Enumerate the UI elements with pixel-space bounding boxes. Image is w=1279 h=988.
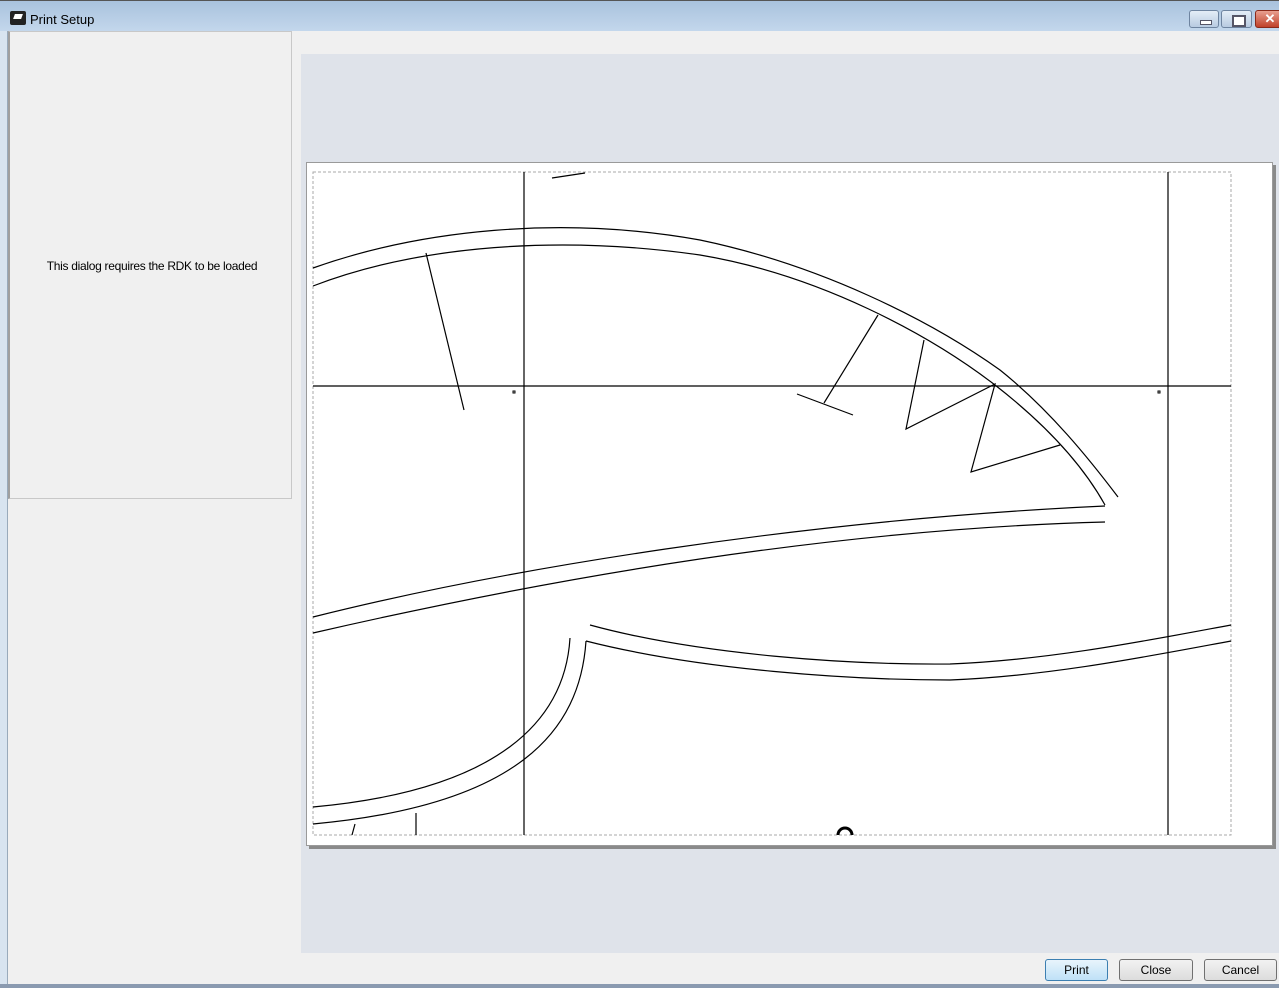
circle-mark bbox=[836, 826, 854, 836]
point-mark bbox=[512, 390, 516, 394]
point-mark bbox=[1157, 390, 1161, 394]
taskbar-edge bbox=[0, 984, 1279, 988]
close-button[interactable]: Close bbox=[1119, 959, 1193, 981]
preview-drawing bbox=[312, 171, 1232, 836]
curve bbox=[312, 505, 1106, 618]
curve bbox=[312, 244, 1106, 506]
print-button[interactable]: Print bbox=[1045, 959, 1108, 981]
curve bbox=[312, 521, 1106, 634]
curve bbox=[312, 227, 1119, 498]
curve bbox=[585, 640, 1232, 681]
curve bbox=[312, 637, 571, 808]
line-segments bbox=[351, 172, 1061, 836]
cancel-button[interactable]: Cancel bbox=[1204, 959, 1277, 981]
curve bbox=[312, 640, 587, 825]
